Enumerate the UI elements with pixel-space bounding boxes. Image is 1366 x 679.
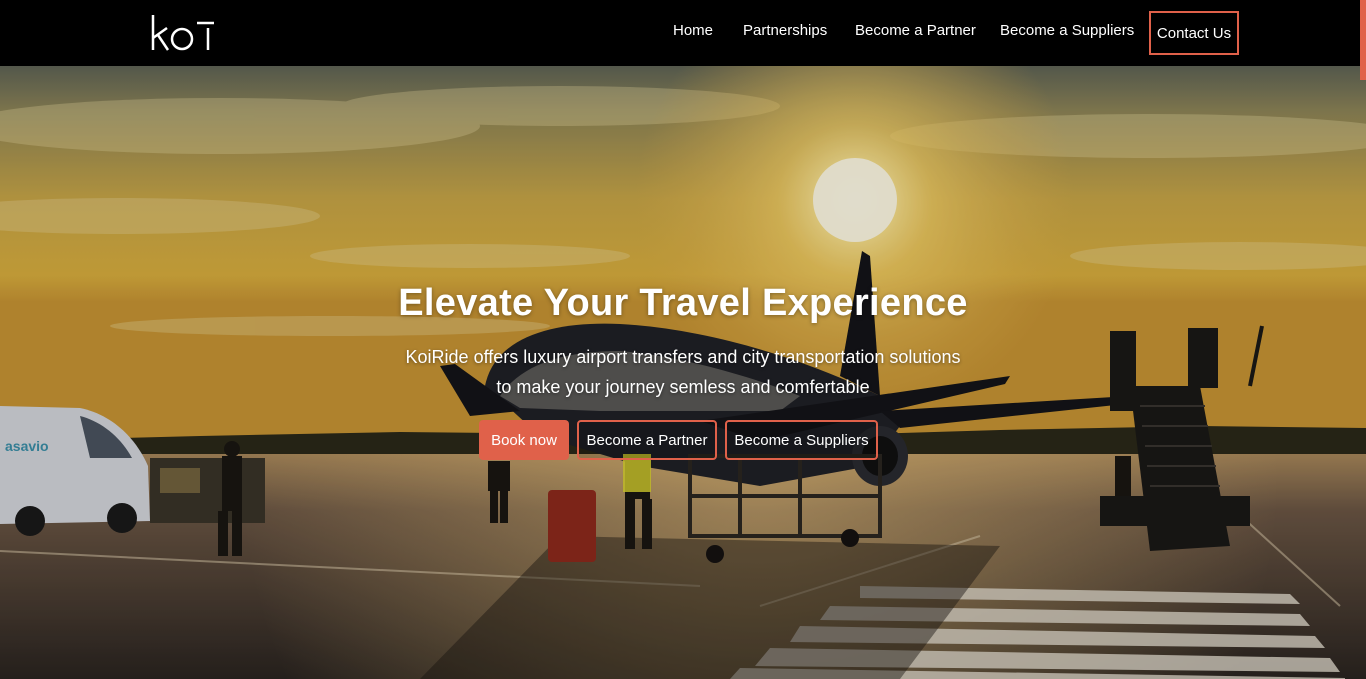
scrollbar-thumb[interactable]: [1360, 0, 1366, 80]
koi-logo[interactable]: [150, 12, 220, 54]
book-now-button[interactable]: Book now: [479, 420, 569, 460]
nav-home[interactable]: Home: [673, 21, 713, 41]
hero-subtitle-line-1: KoiRide offers luxury airport transfers …: [405, 347, 961, 367]
nav-partnerships[interactable]: Partnerships: [743, 21, 827, 41]
top-navbar: Home Partnerships Become a Partner Becom…: [0, 0, 1366, 66]
hero-section: asavio Elevate Your Travel Experience Ko…: [0, 66, 1366, 679]
nav-become-suppliers[interactable]: Become a Suppliers: [1000, 21, 1134, 41]
contact-us-button[interactable]: Contact Us: [1149, 11, 1239, 55]
hero-subtitle: KoiRide offers luxury airport transfers …: [383, 342, 983, 402]
become-suppliers-button[interactable]: Become a Suppliers: [725, 420, 878, 460]
hero-subtitle-line-2: to make your journey semless and comfert…: [496, 377, 870, 397]
nav-become-partner[interactable]: Become a Partner: [855, 21, 976, 41]
hero-title: Elevate Your Travel Experience: [398, 282, 968, 324]
become-partner-button[interactable]: Become a Partner: [577, 420, 717, 460]
